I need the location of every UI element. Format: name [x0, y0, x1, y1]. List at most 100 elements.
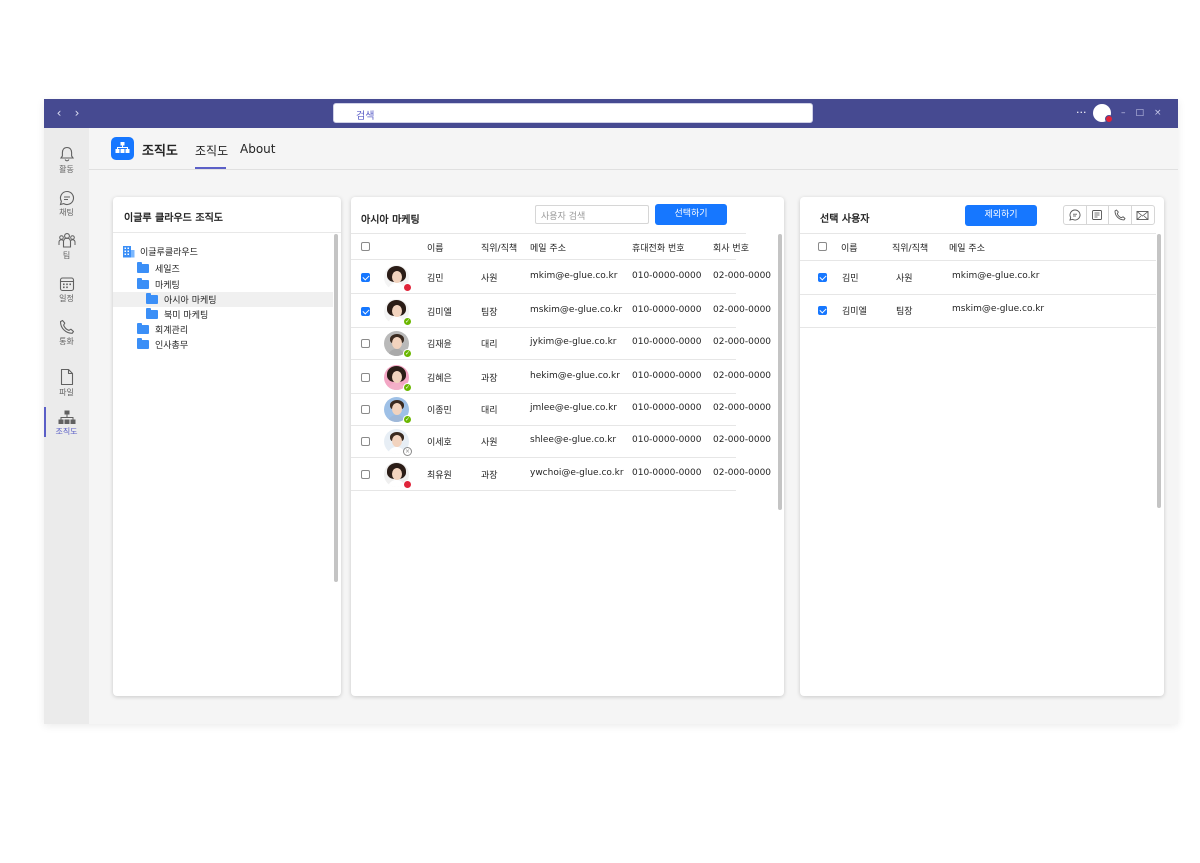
- table-row[interactable]: 김민 사원 mkim@e-glue.co.kr 010-0000-0000 02-000…: [351, 261, 771, 293]
- busy-status-icon: [403, 283, 412, 292]
- minimize-button[interactable]: –: [1121, 104, 1126, 122]
- phone-icon: [59, 319, 74, 334]
- tree-node-accounting[interactable]: 회계관리: [113, 322, 333, 337]
- avatar: [384, 462, 412, 489]
- select-all-checkbox[interactable]: [361, 242, 370, 251]
- bell-icon: [59, 146, 74, 162]
- rail-item-org-chart[interactable]: 조직도: [44, 410, 89, 437]
- offline-status-icon: ×: [403, 447, 412, 456]
- more-options-icon[interactable]: ···: [1076, 104, 1088, 122]
- back-arrow-icon[interactable]: ‹: [54, 106, 64, 120]
- table-row[interactable]: ✓ 김혜은 과장 hekim@e-glue.co.kr 010-0000-0000 02-…: [351, 361, 771, 393]
- select-button[interactable]: 선택하기: [655, 204, 727, 225]
- rail-item-activity[interactable]: 활동: [44, 146, 89, 175]
- close-button[interactable]: ×: [1154, 104, 1162, 122]
- folder-icon: [137, 262, 149, 273]
- cell-email: jykim@e-glue.co.kr: [530, 337, 617, 347]
- folder-icon: [137, 278, 149, 289]
- avatar: ✓: [384, 365, 412, 392]
- cell-email: mskim@e-glue.co.kr: [952, 304, 1045, 314]
- rail-item-files[interactable]: 파일: [44, 368, 89, 398]
- avatar: ✓: [384, 299, 412, 326]
- cell-position: 팀장: [481, 308, 498, 318]
- tree-node-sales[interactable]: 세일즈: [113, 261, 333, 276]
- selected-row[interactable]: 김민 사원 mkim@e-glue.co.kr: [800, 261, 1156, 293]
- tree-node-marketing[interactable]: 마케팅: [113, 277, 333, 292]
- global-search-input[interactable]: 검색: [333, 103, 813, 123]
- avatar: ×: [384, 429, 412, 456]
- cell-name: 김재윤: [427, 340, 452, 350]
- row-checkbox[interactable]: [361, 405, 370, 414]
- mail-icon: [1136, 210, 1149, 220]
- row-checkbox[interactable]: [361, 373, 370, 382]
- user-search-input[interactable]: 사용자 검색: [535, 205, 649, 224]
- maximize-button[interactable]: □: [1136, 104, 1145, 122]
- tree-node-asia-marketing[interactable]: 아시아 마케팅: [113, 292, 333, 307]
- cell-office: 02-000-0000: [713, 271, 772, 281]
- tree-root[interactable]: 이글루클라우드: [113, 244, 333, 259]
- row-checkbox[interactable]: [818, 306, 827, 315]
- online-status-icon: ✓: [403, 317, 412, 326]
- row-checkbox[interactable]: [361, 437, 370, 446]
- rail-label-activity: 활동: [59, 165, 74, 174]
- row-checkbox[interactable]: [361, 339, 370, 348]
- row-checkbox[interactable]: [361, 273, 370, 282]
- cell-position: 사원: [481, 438, 498, 448]
- rail-item-calendar[interactable]: 일정: [44, 276, 89, 304]
- phone-icon: [1114, 209, 1126, 221]
- calendar-icon: [59, 277, 74, 292]
- tree-node-label: 마케팅: [155, 281, 180, 291]
- selected-all-checkbox[interactable]: [818, 242, 827, 251]
- forward-arrow-icon[interactable]: ›: [72, 106, 82, 120]
- exclude-button[interactable]: 제외하기: [965, 205, 1037, 226]
- cell-name: 이세호: [427, 438, 452, 448]
- tab-org-chart[interactable]: 조직도: [195, 142, 228, 159]
- cell-position: 대리: [481, 340, 498, 350]
- table-row[interactable]: × 이세호 사원 shlee@e-glue.co.kr 010-0000-0000 02-…: [351, 425, 771, 457]
- tree-node-na-marketing[interactable]: 북미 마케팅: [113, 307, 333, 322]
- row-checkbox[interactable]: [361, 307, 370, 316]
- online-status-icon: ✓: [403, 415, 412, 424]
- table-row[interactable]: 최유원 과장 ywchoi@e-glue.co.kr 010-0000-0000 02-…: [351, 458, 771, 490]
- cell-name: 김미엘: [842, 307, 867, 317]
- online-status-icon: ✓: [403, 349, 412, 358]
- cell-mobile: 010-0000-0000: [632, 468, 702, 478]
- rail-item-teams[interactable]: 팀: [44, 232, 89, 261]
- column-header-email: 메일 주소: [530, 244, 566, 254]
- table-row[interactable]: ✓ 김재윤 대리 jykim@e-glue.co.kr 010-0000-0000 02-…: [351, 327, 771, 359]
- divider: [113, 232, 341, 233]
- row-checkbox[interactable]: [818, 273, 827, 282]
- cell-mobile: 010-0000-0000: [632, 305, 702, 315]
- selected-row[interactable]: 김미엘 팀장 mskim@e-glue.co.kr: [800, 294, 1156, 326]
- cell-mobile: 010-0000-0000: [632, 271, 702, 281]
- call-action-button[interactable]: [1109, 206, 1132, 224]
- cell-mobile: 010-0000-0000: [632, 337, 702, 347]
- row-checkbox[interactable]: [361, 470, 370, 479]
- profile-avatar[interactable]: [1093, 104, 1113, 123]
- table-row[interactable]: ✓ 김미엘 팀장 mskim@e-glue.co.kr 010-0000-0000 02-…: [351, 295, 771, 327]
- column-header-position: 직위/직책: [481, 244, 518, 254]
- rail-item-calls[interactable]: 통화: [44, 319, 89, 347]
- form-action-button[interactable]: [1087, 206, 1109, 224]
- org-chart-icon: [58, 410, 75, 424]
- tree-node-label: 회계관리: [155, 326, 189, 336]
- chat-icon: [59, 190, 74, 206]
- chat-action-button[interactable]: [1064, 206, 1087, 224]
- rail-item-chat[interactable]: 채팅: [44, 190, 89, 218]
- rail-label-org-chart: 조직도: [55, 427, 78, 436]
- selected-scrollbar[interactable]: [1157, 234, 1161, 508]
- folder-icon: [137, 323, 149, 334]
- user-search-placeholder: 사용자 검색: [541, 212, 586, 222]
- table-row[interactable]: ✓ 이종민 대리 jmlee@e-glue.co.kr 010-0000-0000 02-…: [351, 393, 771, 425]
- tab-about[interactable]: About: [240, 142, 275, 156]
- tree-node-hr[interactable]: 인사총무: [113, 337, 333, 352]
- tree-scrollbar[interactable]: [334, 234, 338, 582]
- users-scrollbar[interactable]: [778, 234, 782, 510]
- org-chart-icon: [115, 142, 130, 153]
- mail-action-button[interactable]: [1132, 206, 1154, 224]
- active-tab-underline: [195, 167, 226, 169]
- cell-email: mskim@e-glue.co.kr: [530, 305, 623, 315]
- selected-column-position: 직위/직책: [892, 244, 929, 254]
- cell-position: 과장: [481, 471, 498, 481]
- left-rail: 활동 채팅 팀 일정 통화 파일 조직도: [44, 128, 89, 724]
